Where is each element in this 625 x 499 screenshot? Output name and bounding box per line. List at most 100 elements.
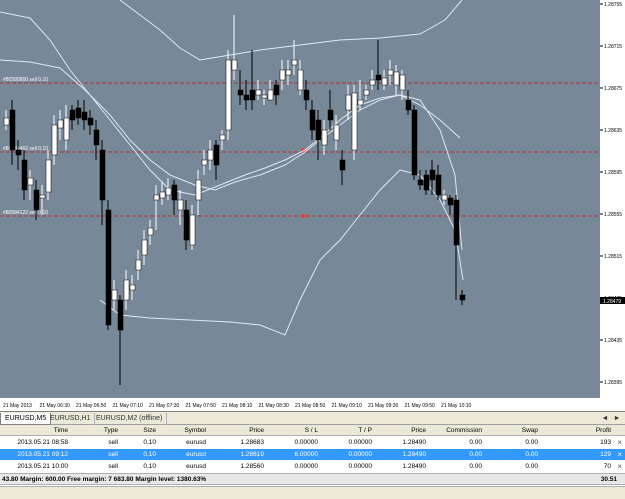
- col-tp[interactable]: T / P: [320, 425, 372, 436]
- bearish-candle[interactable]: [99, 149, 106, 201]
- bullish-candle[interactable]: [159, 191, 166, 199]
- tab-eurusd-m2-offline[interactable]: EURUSD,M2 (offline): [92, 413, 168, 425]
- bearish-candle[interactable]: [339, 159, 346, 171]
- bearish-candle[interactable]: [9, 109, 16, 151]
- trade-row[interactable]: 2013.05.21 10:00 sell 0.10 eurusd 1.28560 0.0…: [0, 461, 625, 472]
- bullish-candle[interactable]: [279, 69, 286, 81]
- bearish-candle[interactable]: [411, 109, 418, 176]
- bullish-candle[interactable]: [51, 124, 58, 156]
- bullish-candle[interactable]: [351, 92, 358, 151]
- bullish-candle[interactable]: [267, 89, 274, 101]
- tab-scroll-left-icon[interactable]: ◄: [600, 413, 610, 425]
- bearish-candle[interactable]: [105, 209, 112, 326]
- trade-row[interactable]: 2013.05.21 09:12 sell 0.10 eurusd 1.28619 6.0…: [0, 449, 625, 460]
- bearish-candle[interactable]: [405, 99, 412, 111]
- bullish-candle[interactable]: [399, 74, 406, 91]
- bullish-candle[interactable]: [153, 194, 160, 201]
- bearish-candle[interactable]: [309, 109, 316, 131]
- bearish-candle[interactable]: [87, 117, 94, 126]
- col-sl[interactable]: S / L: [266, 425, 318, 436]
- bullish-candle[interactable]: [141, 239, 148, 256]
- trade-row[interactable]: 2013.05.21 08:58 sell 0.10 eurusd 1.28683 0.0…: [0, 437, 625, 448]
- bullish-candle[interactable]: [57, 119, 64, 129]
- bullish-candle[interactable]: [231, 59, 238, 71]
- bearish-candle[interactable]: [117, 299, 124, 331]
- bullish-candle[interactable]: [45, 159, 52, 193]
- close-order-icon[interactable]: ×: [617, 437, 622, 448]
- bearish-candle[interactable]: [429, 169, 436, 181]
- bearish-candle[interactable]: [69, 109, 76, 121]
- bearish-candle[interactable]: [15, 149, 22, 156]
- bullish-candle[interactable]: [297, 69, 304, 91]
- bearish-candle[interactable]: [213, 144, 220, 166]
- col-time[interactable]: Time: [0, 425, 68, 436]
- bearish-candle[interactable]: [453, 199, 460, 246]
- bullish-candle[interactable]: [3, 117, 10, 126]
- bearish-candle[interactable]: [33, 189, 40, 211]
- bearish-candle[interactable]: [303, 89, 310, 101]
- bullish-candle[interactable]: [165, 187, 172, 196]
- tab-eurusd-h1[interactable]: EURUSD,H1: [46, 413, 96, 425]
- col-price[interactable]: Price: [208, 425, 264, 436]
- bullish-candle[interactable]: [345, 94, 352, 111]
- bearish-candle[interactable]: [327, 109, 334, 121]
- col-swap[interactable]: Swap: [484, 425, 538, 436]
- chart-canvas[interactable]: 1.28755 1.28715 1.28675 1.28635 1.28595 1.285…: [0, 0, 625, 411]
- col-commission[interactable]: Commission: [428, 425, 482, 436]
- bullish-candle[interactable]: [207, 149, 214, 161]
- tab-scroll-right-icon[interactable]: ►: [612, 413, 622, 425]
- bearish-candle[interactable]: [75, 107, 82, 119]
- bearish-candle[interactable]: [237, 89, 244, 96]
- bullish-candle[interactable]: [285, 69, 292, 76]
- col-type[interactable]: Type: [70, 425, 118, 436]
- bullish-candle[interactable]: [63, 117, 70, 141]
- col-current-price[interactable]: Price: [374, 425, 426, 436]
- bearish-candle[interactable]: [81, 111, 88, 121]
- bullish-candle[interactable]: [441, 194, 448, 201]
- bullish-candle[interactable]: [381, 77, 388, 86]
- bullish-candle[interactable]: [195, 179, 202, 201]
- bearish-candle[interactable]: [243, 94, 250, 101]
- bearish-candle[interactable]: [315, 119, 322, 141]
- bullish-candle[interactable]: [225, 59, 232, 131]
- close-order-icon[interactable]: ×: [617, 461, 622, 472]
- bullish-candle[interactable]: [393, 71, 400, 86]
- bullish-candle[interactable]: [147, 227, 154, 236]
- bullish-candle[interactable]: [27, 177, 34, 186]
- bearish-candle[interactable]: [375, 74, 382, 81]
- bearish-candle[interactable]: [171, 184, 178, 201]
- col-size[interactable]: Size: [120, 425, 156, 436]
- bearish-candle[interactable]: [435, 174, 442, 196]
- bullish-candle[interactable]: [363, 89, 370, 96]
- bullish-candle[interactable]: [369, 79, 376, 86]
- bullish-candle[interactable]: [177, 199, 184, 211]
- bearish-candle[interactable]: [459, 294, 466, 301]
- bullish-candle[interactable]: [39, 194, 46, 199]
- bullish-candle[interactable]: [291, 59, 298, 66]
- bullish-candle[interactable]: [255, 89, 262, 96]
- bullish-candle[interactable]: [321, 129, 328, 146]
- bearish-candle[interactable]: [417, 179, 424, 186]
- col-profit[interactable]: Profit: [540, 425, 611, 436]
- price-chart[interactable]: 1.28755 1.28715 1.28675 1.28635 1.28595 1.285…: [0, 0, 625, 411]
- bullish-candle[interactable]: [333, 124, 340, 141]
- bullish-candle[interactable]: [129, 284, 136, 291]
- bearish-candle[interactable]: [183, 209, 190, 241]
- bullish-candle[interactable]: [357, 99, 364, 106]
- bearish-candle[interactable]: [273, 84, 280, 96]
- bullish-candle[interactable]: [261, 94, 268, 99]
- bullish-candle[interactable]: [189, 214, 196, 246]
- bullish-candle[interactable]: [111, 289, 118, 301]
- bearish-candle[interactable]: [93, 129, 100, 146]
- bullish-candle[interactable]: [387, 69, 394, 76]
- bullish-candle[interactable]: [201, 159, 208, 166]
- bullish-candle[interactable]: [219, 134, 226, 141]
- close-order-icon[interactable]: ×: [617, 449, 622, 460]
- tab-eurusd-m5[interactable]: EURUSD,M5: [0, 413, 52, 425]
- col-symbol[interactable]: Symbol: [158, 425, 206, 436]
- bullish-candle[interactable]: [123, 279, 130, 301]
- bearish-candle[interactable]: [21, 159, 28, 191]
- bearish-candle[interactable]: [423, 174, 430, 191]
- bearish-candle[interactable]: [447, 197, 454, 206]
- bullish-candle[interactable]: [135, 259, 142, 271]
